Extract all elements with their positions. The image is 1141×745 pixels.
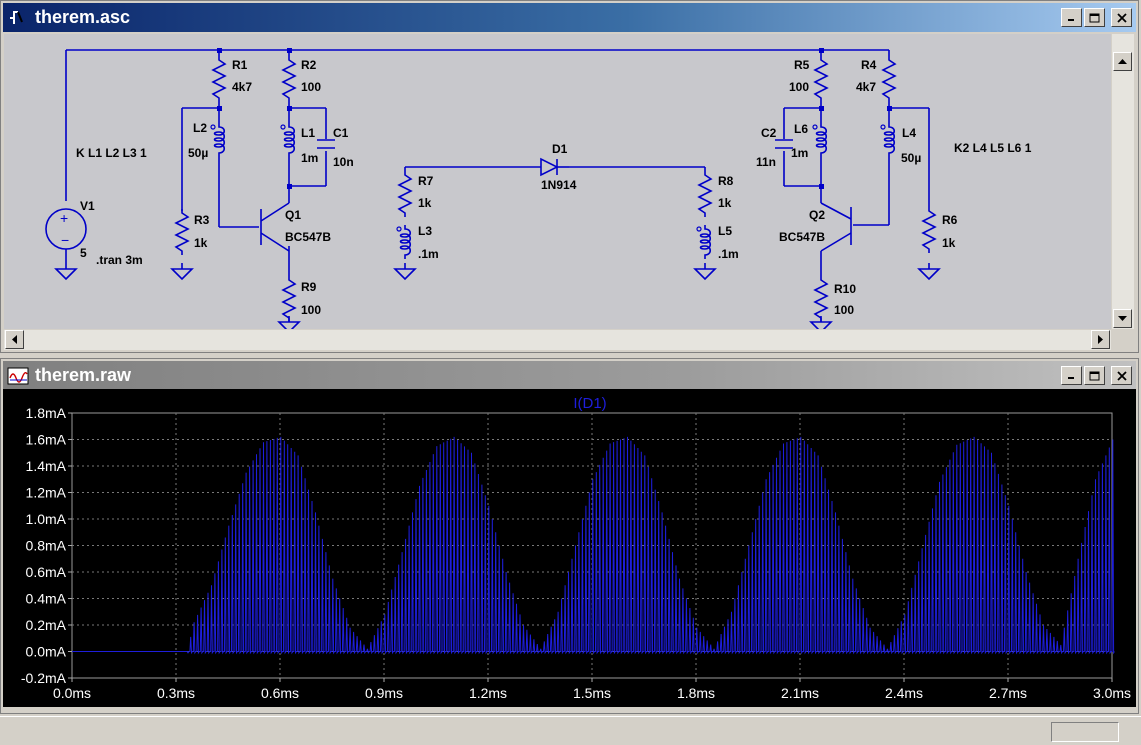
- label-l4-ref: L4: [902, 126, 916, 140]
- maximize-button[interactable]: [1084, 8, 1105, 27]
- label-r5-value: 100: [789, 80, 809, 94]
- label-c1-value: 10n: [333, 155, 354, 169]
- y-tick-label: 1.6mA: [26, 432, 67, 448]
- label-r8-value: 1k: [718, 196, 732, 210]
- label-r2-ref: R2: [301, 58, 317, 72]
- label-c1-ref: C1: [333, 126, 349, 140]
- label-l5-value: .1m: [718, 247, 739, 261]
- x-tick-label: 0.3ms: [157, 685, 195, 701]
- waveform-chart[interactable]: 1.8mA 1.6mA 1.4mA 1.2mA 1.0mA 0.8mA 0.6mA 0.4mA…: [3, 389, 1136, 707]
- y-tick-label: 1.2mA: [26, 485, 67, 501]
- label-v1-ref: V1: [80, 199, 95, 213]
- directive-coupling-2: K2 L4 L5 L6 1: [954, 141, 1032, 155]
- label-q2-ref: Q2: [809, 208, 825, 222]
- label-r10-value: 100: [834, 303, 854, 317]
- status-bar: [0, 716, 1141, 745]
- scroll-up-button[interactable]: [1113, 52, 1132, 71]
- label-r6-value: 1k: [942, 236, 956, 250]
- label-q1-ref: Q1: [285, 208, 301, 222]
- label-r4-ref: R4: [861, 58, 877, 72]
- scroll-left-button[interactable]: [5, 330, 24, 349]
- label-d1-ref: D1: [552, 142, 568, 156]
- scroll-right-button[interactable]: [1091, 330, 1110, 349]
- y-tick-label: 1.0mA: [26, 511, 67, 527]
- label-r10-ref: R10: [834, 282, 856, 296]
- label-d1-value: 1N914: [541, 178, 577, 192]
- schematic-window-title: therem.asc: [35, 7, 131, 27]
- schematic-canvas[interactable]: + − R1 4k7 R2 100 L2 50µ L1 1m C1 10n R3…: [4, 34, 1111, 329]
- scroll-down-button[interactable]: [1113, 309, 1132, 328]
- label-r3-value: 1k: [194, 236, 208, 250]
- label-q2-value: BC547B: [779, 230, 825, 244]
- waveform-titlebar[interactable]: therem.raw: [3, 361, 1136, 390]
- label-l5-ref: L5: [718, 224, 732, 238]
- label-l1-ref: L1: [301, 126, 315, 140]
- label-r7-value: 1k: [418, 196, 432, 210]
- label-v1-value: 5: [80, 246, 87, 260]
- status-panel: [1051, 722, 1119, 742]
- label-l6-ref: L6: [794, 122, 808, 136]
- y-tick-label: 0.6mA: [26, 564, 67, 580]
- label-c2-ref: C2: [761, 126, 777, 140]
- y-tick-label: -0.2mA: [21, 670, 67, 686]
- close-button[interactable]: [1111, 8, 1132, 27]
- x-tick-label: 0.6ms: [261, 685, 299, 701]
- waveform-plot-pane[interactable]: 1.8mA 1.6mA 1.4mA 1.2mA 1.0mA 0.8mA 0.6mA 0.4mA…: [3, 389, 1136, 707]
- svg-text:−: −: [61, 232, 69, 248]
- label-r8-ref: R8: [718, 174, 734, 188]
- label-r6-ref: R6: [942, 213, 958, 227]
- schematic-titlebar[interactable]: therem.asc: [3, 3, 1136, 32]
- label-l6-value: 1m: [791, 146, 808, 160]
- schematic-window: therem.asc + − R1 4k7 R2 100 L2 50µ L1 1…: [0, 0, 1139, 353]
- y-tick-label: 1.4mA: [26, 458, 67, 474]
- x-tick-label: 3.0ms: [1093, 685, 1131, 701]
- x-tick-label: 1.8ms: [677, 685, 715, 701]
- label-r5-ref: R5: [794, 58, 810, 72]
- waveform-app-icon: [7, 365, 29, 387]
- svg-text:+: +: [60, 210, 68, 226]
- waveform-close-button[interactable]: [1111, 366, 1132, 385]
- trace-i-d1[interactable]: [72, 436, 1115, 655]
- schematic-vertical-scrollbar[interactable]: [1112, 34, 1134, 329]
- label-r7-ref: R7: [418, 174, 434, 188]
- y-tick-label: 0.8mA: [26, 538, 67, 554]
- label-l4-value: 50µ: [901, 151, 921, 165]
- x-tick-label: 0.9ms: [365, 685, 403, 701]
- label-r1-value: 4k7: [232, 80, 252, 94]
- waveform-minimize-button[interactable]: [1061, 366, 1082, 385]
- schematic-app-icon: [7, 7, 29, 29]
- y-tick-label: 0.2mA: [26, 617, 67, 633]
- x-tick-label: 2.7ms: [989, 685, 1027, 701]
- x-tick-label: 2.1ms: [781, 685, 819, 701]
- label-l3-ref: L3: [418, 224, 432, 238]
- minimize-button[interactable]: [1061, 8, 1082, 27]
- schematic-horizontal-scrollbar[interactable]: [4, 330, 1111, 350]
- x-tick-label: 1.2ms: [469, 685, 507, 701]
- y-tick-label: 0.4mA: [26, 591, 67, 607]
- label-r2-value: 100: [301, 80, 321, 94]
- label-r9-ref: R9: [301, 280, 317, 294]
- label-c2-value: 11n: [756, 155, 776, 169]
- label-r9-value: 100: [301, 303, 321, 317]
- label-l2-value: 50µ: [188, 146, 208, 160]
- label-l2-ref: L2: [193, 121, 207, 135]
- label-l3-value: .1m: [418, 247, 439, 261]
- label-l1-value: 1m: [301, 151, 318, 165]
- chart-title[interactable]: I(D1): [573, 395, 606, 412]
- waveform-window-title: therem.raw: [35, 365, 132, 385]
- waveform-maximize-button[interactable]: [1084, 366, 1105, 385]
- x-tick-label: 2.4ms: [885, 685, 923, 701]
- y-tick-label: 0.0mA: [26, 644, 67, 660]
- label-r4-value: 4k7: [856, 80, 876, 94]
- label-r3-ref: R3: [194, 213, 210, 227]
- label-q1-value: BC547B: [285, 230, 331, 244]
- x-tick-label: 0.0ms: [53, 685, 91, 701]
- directive-coupling-1: K L1 L2 L3 1: [76, 146, 147, 160]
- y-tick-label: 1.8mA: [26, 405, 67, 421]
- label-r1-ref: R1: [232, 58, 248, 72]
- x-tick-label: 1.5ms: [573, 685, 611, 701]
- directive-tran: .tran 3m: [96, 253, 143, 267]
